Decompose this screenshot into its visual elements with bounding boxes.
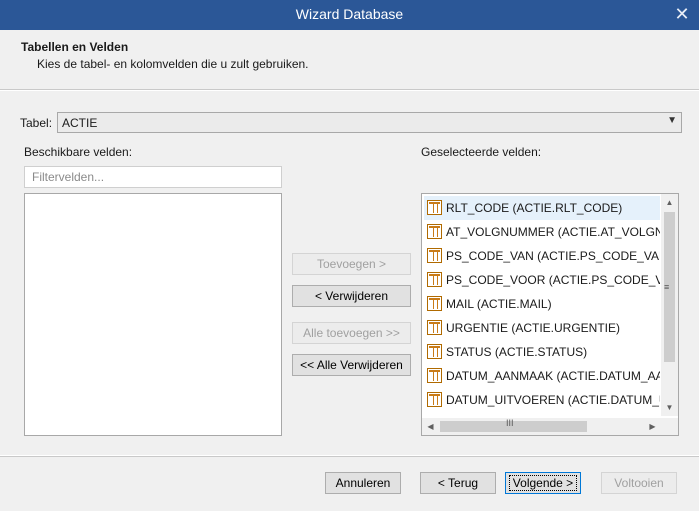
table-dropdown[interactable]: ACTIE ▼ [57,112,682,133]
list-item-label: RLT_CODE (ACTIE.RLT_CODE) [446,201,623,215]
close-icon[interactable]: ✕ [671,3,693,25]
list-item[interactable]: STATUS (ACTIE.STATUS) [424,340,660,364]
back-button[interactable]: < Terug [420,472,496,494]
vertical-scrollbar[interactable]: ▲ ≡ ▼ [661,194,678,416]
title-bar: Wizard Database ✕ [0,0,699,30]
filter-fields-input[interactable] [24,166,282,188]
chevron-down-icon[interactable]: ▼ [667,115,677,126]
list-item-label: STATUS (ACTIE.STATUS) [446,345,588,359]
scroll-left-icon[interactable]: ◀ [422,418,439,435]
list-item-label: AT_VOLGNUMMER (ACTIE.AT_VOLGNUM [446,225,660,239]
table-field-icon [427,368,442,383]
table-field-icon [427,392,442,407]
window-title: Wizard Database [295,6,404,22]
list-item-label: URGENTIE (ACTIE.URGENTIE) [446,321,621,335]
available-fields-label: Beschikbare velden: [24,145,133,159]
scrollbar-corner [661,418,678,435]
step-subtitle: Kies de tabel- en kolomvelden die u zult… [37,57,309,71]
scroll-down-icon[interactable]: ▼ [661,399,678,416]
list-item[interactable]: DATUM_UITVOEREN (ACTIE.DATUM_UIT [424,388,660,412]
table-field-icon [427,224,442,239]
finish-button[interactable]: Voltooien [601,472,677,494]
add-button[interactable]: Toevoegen > [292,253,411,275]
list-item[interactable]: URGENTIE (ACTIE.URGENTIE) [424,316,660,340]
table-field-icon [427,320,442,335]
cancel-button[interactable]: Annuleren [325,472,401,494]
table-dropdown-value: ACTIE [62,116,98,130]
list-item[interactable]: RLT_CODE (ACTIE.RLT_CODE) [424,196,660,220]
list-item-label: MAIL (ACTIE.MAIL) [446,297,552,311]
table-field-icon [427,200,442,215]
scroll-grip-icon: ≡ [664,282,670,292]
step-title: Tabellen en Velden [21,40,129,54]
next-button-label: Volgende > [508,475,578,491]
list-item[interactable]: MAIL (ACTIE.MAIL) [424,292,660,316]
list-item[interactable]: AT_VOLGNUMMER (ACTIE.AT_VOLGNUM [424,220,660,244]
selected-fields-list[interactable]: RLT_CODE (ACTIE.RLT_CODE) AT_VOLGNUMMER (… [421,193,679,436]
scroll-right-icon[interactable]: ▶ [644,418,661,435]
remove-button[interactable]: < Verwijderen [292,285,411,307]
list-item[interactable]: PS_CODE_VOOR (ACTIE.PS_CODE_VOOR [424,268,660,292]
wizard-header: Tabellen en Velden Kies de tabel- en kol… [0,30,699,90]
table-field-icon [427,272,442,287]
selected-fields-label: Geselecteerde velden: [421,145,542,159]
remove-all-button[interactable]: << Alle Verwijderen [292,354,411,376]
add-all-button[interactable]: Alle toevoegen >> [292,322,411,344]
scroll-up-icon[interactable]: ▲ [661,194,678,211]
table-field-icon [427,248,442,263]
horizontal-scrollbar[interactable]: ◀ III ▶ [422,418,661,435]
table-field-icon [427,344,442,359]
list-item-label: DATUM_UITVOEREN (ACTIE.DATUM_UIT [446,393,660,407]
selected-fields-rows: RLT_CODE (ACTIE.RLT_CODE) AT_VOLGNUMMER (… [424,196,660,412]
list-item-label: PS_CODE_VOOR (ACTIE.PS_CODE_VOOR [446,273,660,287]
next-button[interactable]: Volgende > [505,472,581,494]
table-label: Tabel: [20,116,53,130]
hscroll-grip-icon: III [506,418,514,428]
list-item-label: DATUM_AANMAAK (ACTIE.DATUM_AAN [446,369,660,383]
list-item[interactable]: DATUM_AANMAAK (ACTIE.DATUM_AAN [424,364,660,388]
available-fields-list[interactable] [24,193,282,436]
list-item-label: PS_CODE_VAN (ACTIE.PS_CODE_VAN) [446,249,660,263]
table-field-icon [427,296,442,311]
list-item[interactable]: PS_CODE_VAN (ACTIE.PS_CODE_VAN) [424,244,660,268]
